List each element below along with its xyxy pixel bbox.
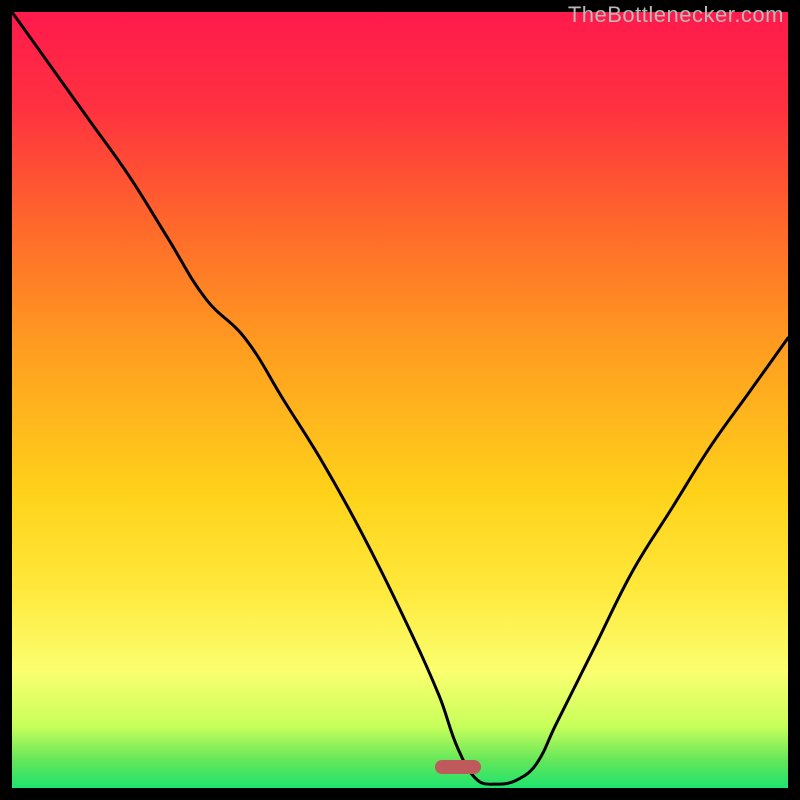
watermark-text: TheBottleneсker.com bbox=[568, 2, 784, 28]
optimal-marker bbox=[435, 760, 481, 774]
bottleneck-chart bbox=[12, 12, 788, 788]
gradient-rect bbox=[12, 12, 788, 788]
chart-frame: TheBottleneсker.com bbox=[0, 0, 800, 800]
